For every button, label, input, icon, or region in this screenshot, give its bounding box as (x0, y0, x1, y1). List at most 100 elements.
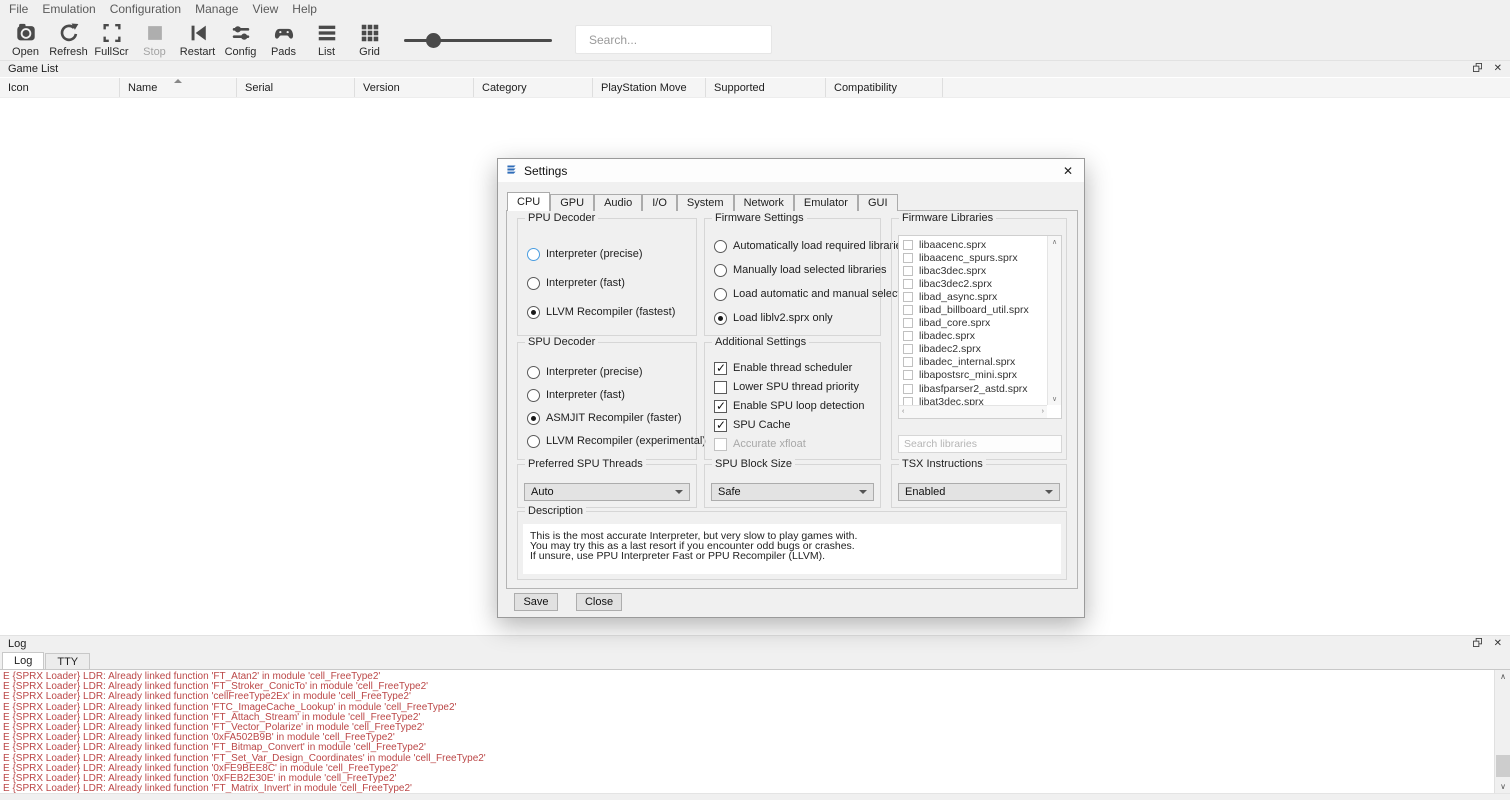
column-header-psmove[interactable]: PlayStation Move (593, 78, 706, 97)
firmware-setting-option[interactable]: Load automatic and manual selection (705, 287, 880, 301)
column-header-name[interactable]: Name (120, 78, 237, 97)
firmware-library-item[interactable]: libasfparser2_astd.sprx (899, 382, 1047, 395)
checkbox-icon[interactable] (714, 400, 727, 413)
config-button[interactable]: Config (219, 19, 262, 61)
menu-item[interactable]: File (2, 0, 35, 18)
firmware-library-item[interactable]: libac3dec2.sprx (899, 277, 1047, 290)
firmware-library-item[interactable]: libad_async.sprx (899, 290, 1047, 303)
menu-item[interactable]: Help (285, 0, 324, 18)
spu-block-size-dropdown[interactable]: Safe (711, 483, 874, 501)
dialog-titlebar[interactable]: Settings ✕ (498, 159, 1084, 182)
spu-decoder-option[interactable]: Interpreter (precise) (518, 365, 696, 379)
firmware-library-item[interactable]: libaacenc_spurs.sprx (899, 251, 1047, 264)
log-output[interactable]: E {SPRX Loader} LDR: Already linked func… (0, 669, 1510, 793)
scroll-up-icon[interactable]: ∧ (1052, 238, 1057, 246)
settings-tab[interactable]: I/O (642, 194, 677, 211)
preferred-spu-threads-dropdown[interactable]: Auto (524, 483, 690, 501)
menu-item[interactable]: View (245, 0, 285, 18)
icon-size-slider[interactable] (404, 30, 552, 50)
menu-item[interactable]: Configuration (103, 0, 188, 18)
firmware-library-item[interactable]: libapostsrc_mini.sprx (899, 369, 1047, 382)
column-header-compatibility[interactable]: Compatibility (826, 78, 943, 97)
log-horizontal-scrollbar[interactable] (0, 793, 1510, 800)
firmware-setting-option[interactable]: Load liblv2.sprx only (705, 311, 880, 325)
firmware-libraries-list[interactable]: libaacenc.sprx libaacenc_spurs.sprx liba… (898, 235, 1062, 419)
menu-item[interactable]: Manage (188, 0, 245, 18)
list-horizontal-scrollbar[interactable]: ‹ › (899, 405, 1047, 418)
firmware-library-item[interactable]: libadec2.sprx (899, 343, 1047, 356)
scroll-down-icon[interactable]: ∨ (1495, 782, 1510, 791)
column-header-serial[interactable]: Serial (237, 78, 355, 97)
checkbox-icon[interactable] (714, 362, 727, 375)
fullscreen-button[interactable]: FullScr (90, 19, 133, 61)
firmware-library-item[interactable]: libad_core.sprx (899, 317, 1047, 330)
radio-icon[interactable] (714, 264, 727, 277)
checkbox-icon[interactable] (903, 253, 913, 263)
radio-icon[interactable] (527, 435, 540, 448)
ppu-decoder-option[interactable]: Interpreter (fast) (518, 276, 696, 290)
radio-icon[interactable] (714, 240, 727, 253)
tsx-instructions-dropdown[interactable]: Enabled (898, 483, 1060, 501)
scroll-right-icon[interactable]: › (1042, 408, 1044, 415)
float-icon[interactable] (1473, 638, 1482, 650)
additional-setting-option[interactable]: SPU Cache (705, 418, 880, 432)
radio-icon[interactable] (714, 312, 727, 325)
library-search-input[interactable] (898, 435, 1062, 453)
column-header-category[interactable]: Category (474, 78, 593, 97)
close-icon[interactable]: ✕ (1494, 64, 1502, 74)
search-input[interactable] (575, 25, 772, 54)
scroll-down-icon[interactable]: ∨ (1052, 395, 1057, 403)
additional-setting-option[interactable]: Enable SPU loop detection (705, 399, 880, 413)
close-icon[interactable]: ✕ (1494, 639, 1502, 649)
log-tab[interactable]: Log (2, 652, 44, 669)
spu-decoder-option[interactable]: LLVM Recompiler (experimental) (518, 434, 696, 448)
firmware-library-item[interactable]: libad_billboard_util.sprx (899, 303, 1047, 316)
settings-tab[interactable]: Audio (594, 194, 642, 211)
list-vertical-scrollbar[interactable]: ∧ ∨ (1047, 236, 1061, 405)
menu-item[interactable]: Emulation (35, 0, 102, 18)
radio-icon[interactable] (527, 277, 540, 290)
checkbox-icon[interactable] (903, 384, 913, 394)
radio-icon[interactable] (527, 366, 540, 379)
pads-button[interactable]: Pads (262, 19, 305, 61)
slider-handle[interactable] (426, 33, 441, 48)
scroll-up-icon[interactable]: ∧ (1495, 672, 1510, 681)
radio-icon[interactable] (527, 248, 540, 261)
radio-icon[interactable] (714, 288, 727, 301)
firmware-library-item[interactable]: libaacenc.sprx (899, 238, 1047, 251)
additional-setting-option[interactable]: Enable thread scheduler (705, 361, 880, 375)
additional-setting-option[interactable]: Lower SPU thread priority (705, 380, 880, 394)
close-button[interactable]: Close (576, 593, 622, 611)
checkbox-icon[interactable] (714, 419, 727, 432)
scroll-left-icon[interactable]: ‹ (902, 408, 904, 415)
refresh-button[interactable]: Refresh (47, 19, 90, 61)
scrollbar-thumb[interactable] (1496, 755, 1510, 777)
checkbox-icon[interactable] (903, 305, 913, 315)
checkbox-icon[interactable] (714, 438, 727, 451)
settings-tab[interactable]: Network (734, 194, 794, 211)
checkbox-icon[interactable] (903, 357, 913, 367)
checkbox-icon[interactable] (903, 331, 913, 341)
firmware-setting-option[interactable]: Manually load selected libraries (705, 263, 880, 277)
radio-icon[interactable] (527, 389, 540, 402)
checkbox-icon[interactable] (903, 318, 913, 328)
open-button[interactable]: Open (4, 19, 47, 61)
checkbox-icon[interactable] (903, 266, 913, 276)
float-icon[interactable] (1473, 63, 1482, 75)
settings-tab[interactable]: Emulator (794, 194, 858, 211)
column-header-icon[interactable]: Icon (0, 78, 120, 97)
firmware-library-item[interactable]: libadec_internal.sprx (899, 356, 1047, 369)
dialog-close-button[interactable]: ✕ (1052, 159, 1084, 182)
spu-decoder-option[interactable]: Interpreter (fast) (518, 388, 696, 402)
restart-button[interactable]: Restart (176, 19, 219, 61)
spu-decoder-option[interactable]: ASMJIT Recompiler (faster) (518, 411, 696, 425)
settings-tab[interactable]: GPU (550, 194, 594, 211)
save-button[interactable]: Save (514, 593, 558, 611)
settings-tab[interactable]: CPU (507, 192, 550, 211)
radio-icon[interactable] (527, 412, 540, 425)
radio-icon[interactable] (527, 306, 540, 319)
settings-tab[interactable]: System (677, 194, 734, 211)
firmware-library-item[interactable]: libac3dec.sprx (899, 264, 1047, 277)
column-header-resolutions[interactable]: Supported Resolutions (706, 78, 826, 97)
checkbox-icon[interactable] (903, 279, 913, 289)
